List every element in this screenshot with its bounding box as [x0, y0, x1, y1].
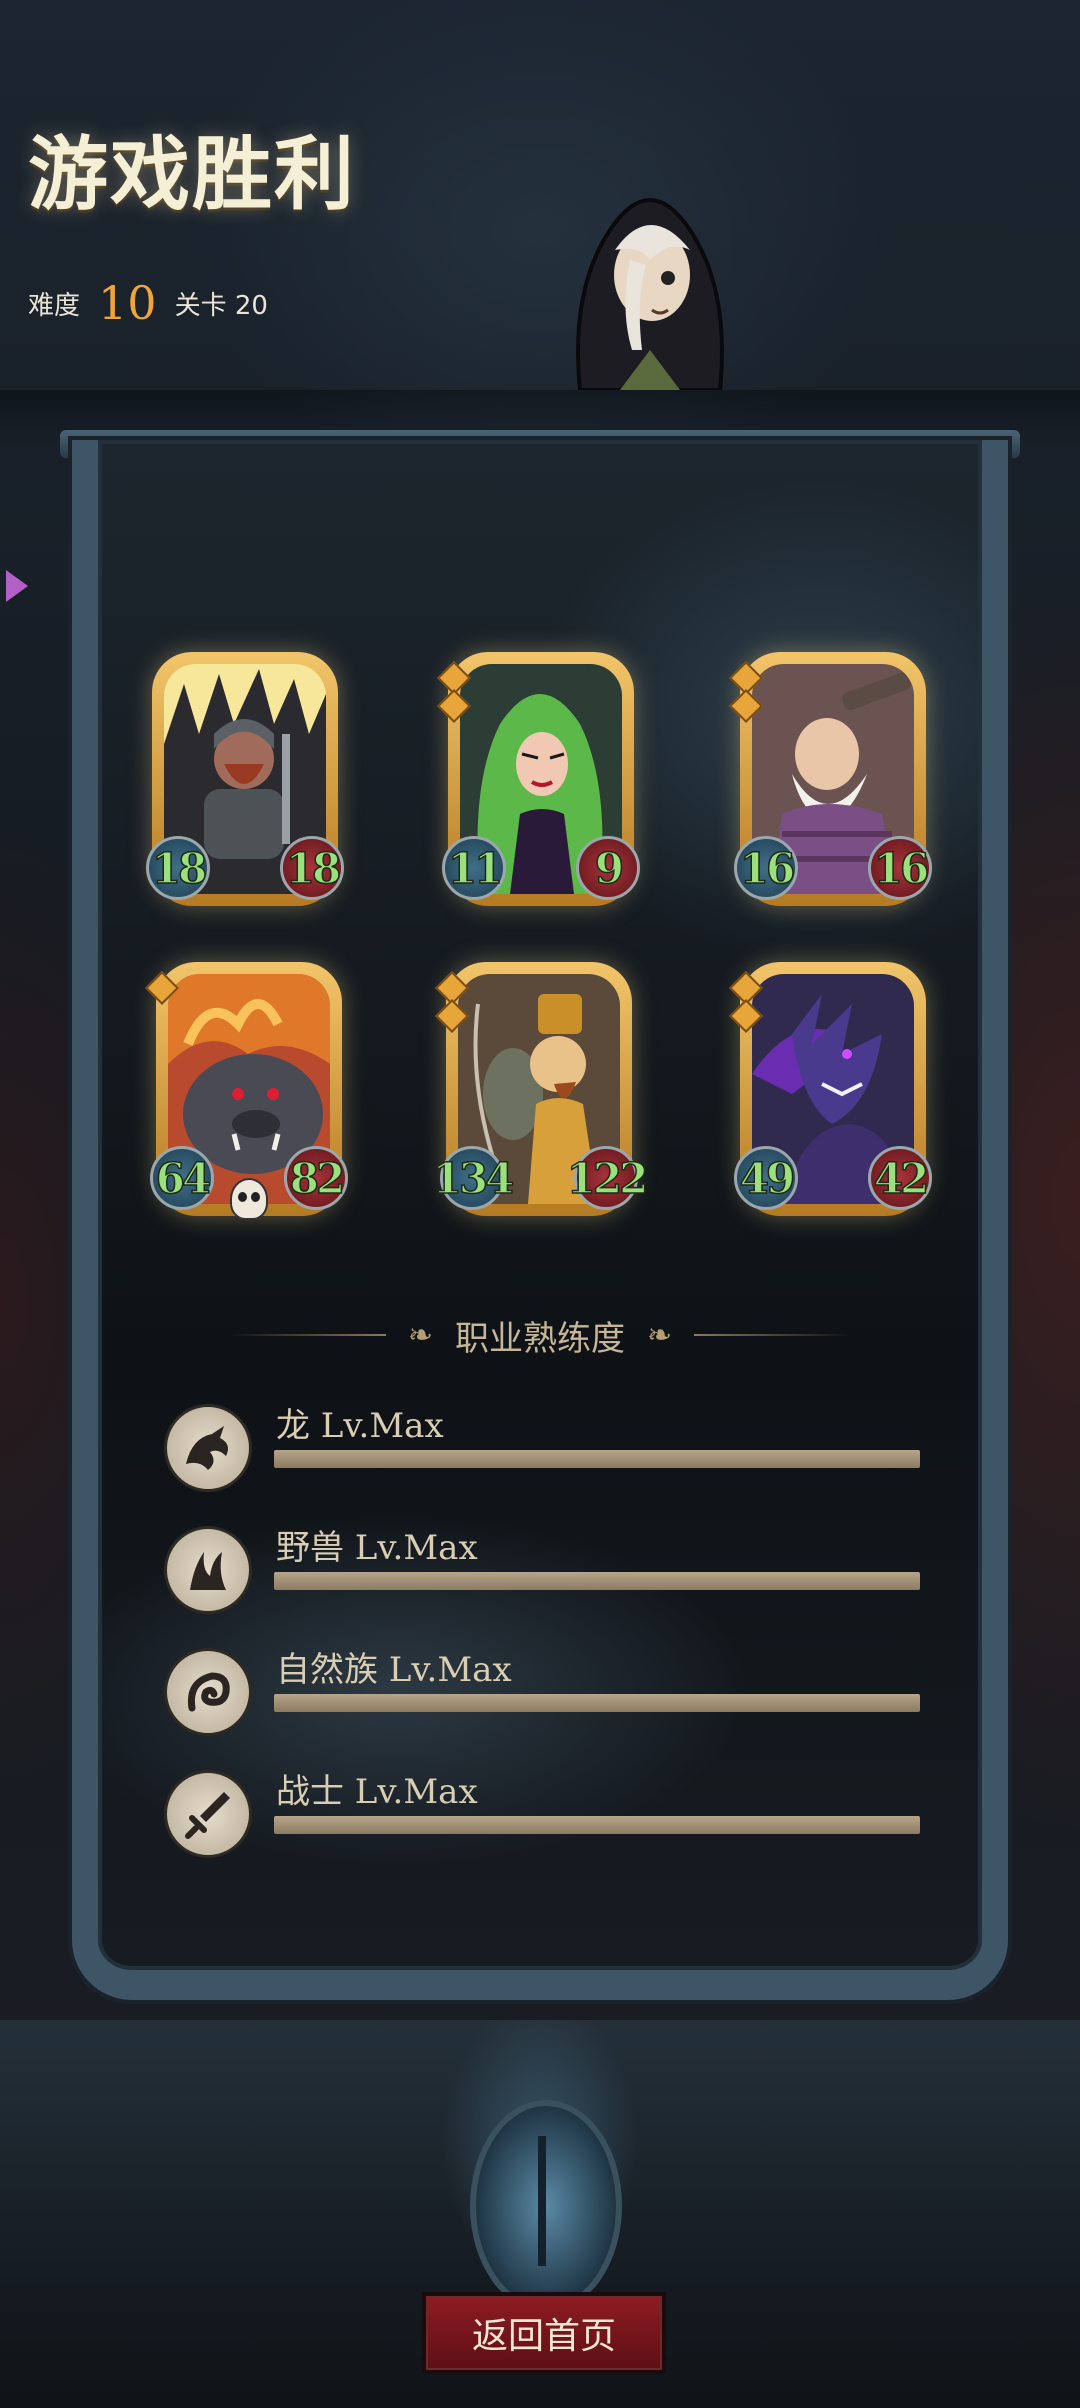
swirl-ornament-icon: ❧ — [647, 1317, 673, 1353]
mastery-row-dragon: 龙 Lv.Max — [164, 1398, 924, 1492]
sword-icon — [164, 1770, 252, 1858]
medusa-card[interactable]: 11 9 — [437, 652, 640, 906]
return-home-button[interactable]: 返回首页 — [422, 2292, 666, 2374]
archer-duo-card[interactable]: 134 122 — [432, 962, 649, 1216]
swirl-ornament-icon: ❧ — [407, 1317, 433, 1353]
beast-claw-icon — [164, 1526, 252, 1614]
shadow-dragon-card[interactable]: 49 42 — [729, 962, 932, 1216]
mastery-progress-bar — [274, 1450, 920, 1468]
mastery-progress-bar — [274, 1694, 920, 1712]
health-stat: 9 — [576, 836, 640, 900]
mastery-row-beast: 野兽 Lv.Max — [164, 1520, 924, 1614]
mastery-label: 野兽 Lv.Max — [276, 1528, 478, 1568]
divider — [694, 1334, 850, 1336]
ogre-warrior-card[interactable]: 18 18 — [146, 652, 344, 906]
mastery-progress-bar — [274, 1572, 920, 1590]
crystal-eye-ornament — [470, 2100, 622, 2312]
attack-stat: 64 — [150, 1146, 214, 1210]
dragon-icon — [164, 1404, 252, 1492]
mastery-row-nature: 自然族 Lv.Max — [164, 1642, 924, 1736]
health-stat: 122 — [566, 1146, 649, 1210]
mastery-section-header: ❧ 职业熟练度 ❧ — [230, 1305, 850, 1365]
hooded-hero-portrait — [576, 198, 724, 390]
mastery-title: 职业熟练度 — [455, 1318, 625, 1359]
mastery-label: 战士 Lv.Max — [276, 1772, 478, 1812]
level-info: 难度 10 关卡 20 — [28, 276, 268, 330]
attack-stat: 134 — [432, 1146, 515, 1210]
skull-icon — [230, 1178, 268, 1220]
side-arrow-icon[interactable] — [6, 570, 28, 602]
mastery-row-warrior: 战士 Lv.Max — [164, 1764, 924, 1858]
mastery-progress-bar — [274, 1816, 920, 1834]
nature-swirl-icon — [164, 1648, 252, 1736]
stage-label: 关卡 20 — [174, 290, 268, 321]
divider — [230, 1334, 386, 1336]
health-stat: 42 — [868, 1146, 932, 1210]
fire-boar-card[interactable]: 64 82 — [145, 962, 348, 1220]
page-title: 游戏胜利 — [28, 127, 356, 221]
difficulty-label: 难度 — [28, 290, 81, 321]
health-stat: 16 — [868, 836, 932, 900]
health-stat: 82 — [284, 1146, 348, 1210]
attack-stat: 49 — [734, 1146, 798, 1210]
difficulty-value: 10 — [98, 276, 157, 330]
attack-stat: 18 — [146, 836, 210, 900]
attack-stat: 16 — [734, 836, 798, 900]
attack-stat: 11 — [442, 836, 506, 900]
mastery-label: 自然族 Lv.Max — [276, 1650, 512, 1690]
mastery-label: 龙 Lv.Max — [276, 1406, 444, 1446]
old-bruiser-card[interactable]: 16 16 — [729, 652, 932, 906]
health-stat: 18 — [280, 836, 344, 900]
